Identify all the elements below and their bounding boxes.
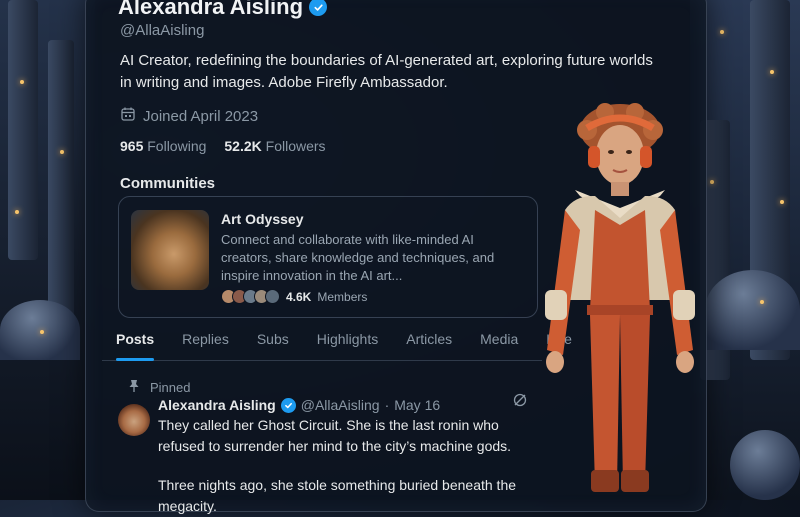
- post-header: Alexandra Aisling @AllaAisling · May 16: [158, 397, 440, 413]
- profile-handle: @AllaAisling: [120, 22, 205, 39]
- post-date[interactable]: May 16: [394, 397, 440, 413]
- tab-media[interactable]: Media: [466, 320, 532, 360]
- followers-link[interactable]: 52.2K Followers: [224, 138, 325, 154]
- post-author-name[interactable]: Alexandra Aisling: [158, 397, 276, 413]
- city-light: [20, 80, 24, 84]
- following-link[interactable]: 965 Following: [120, 138, 206, 154]
- city-light: [770, 70, 774, 74]
- joined-date: Joined April 2023: [120, 106, 258, 126]
- verified-badge-icon: [309, 0, 328, 16]
- community-description: Connect and collaborate with like-minded…: [221, 232, 495, 283]
- community-image: [131, 210, 209, 290]
- profile-name-text: Alexandra Aisling: [118, 0, 304, 19]
- followers-label: Followers: [265, 138, 326, 154]
- tab-posts[interactable]: Posts: [102, 320, 168, 361]
- city-light: [760, 300, 764, 304]
- city-tower: [8, 0, 38, 260]
- post-separator: ·: [384, 397, 390, 413]
- tab-subs[interactable]: Subs: [243, 320, 303, 360]
- profile-name: Alexandra Aisling: [118, 0, 328, 20]
- following-count: 965: [120, 138, 144, 154]
- followers-count: 52.2K: [224, 138, 262, 154]
- joined-text: Joined April 2023: [143, 107, 259, 125]
- following-label: Following: [147, 138, 207, 154]
- tab-highlights[interactable]: Highlights: [303, 320, 392, 360]
- city-light: [40, 330, 44, 334]
- character-illustration: [545, 103, 695, 492]
- follow-stats: 965 Following 52.2K Followers: [120, 138, 326, 154]
- community-card[interactable]: Art Odyssey Connect and collaborate with…: [118, 196, 538, 318]
- city-light: [780, 200, 784, 204]
- pinned-label: Pinned: [150, 380, 191, 395]
- city-light: [720, 30, 724, 34]
- profile-bio: AI Creator, redefining the boundaries of…: [120, 52, 653, 91]
- members-count: 4.6K: [286, 289, 312, 304]
- city-dome: [705, 270, 800, 350]
- community-members: 4.6K Members: [221, 289, 367, 304]
- city-light: [15, 210, 19, 214]
- pinned-indicator: Pinned: [128, 379, 190, 396]
- post-text-continued: Three nights ago, she stole something bu…: [158, 477, 517, 514]
- city-tower: [48, 40, 74, 340]
- member-avatars: [221, 289, 280, 304]
- verified-badge-icon: [280, 397, 296, 413]
- members-label: Members: [317, 289, 368, 304]
- calendar-icon: [120, 106, 136, 126]
- tab-articles[interactable]: Articles: [392, 320, 466, 360]
- pin-icon: [128, 379, 140, 396]
- city-light: [60, 150, 64, 154]
- community-name: Art Odyssey: [221, 211, 304, 227]
- post-author-handle: @AllaAisling: [300, 397, 380, 413]
- member-avatar: [265, 289, 280, 304]
- city-dome: [730, 430, 800, 500]
- post-text: They called her Ghost Circuit. She is th…: [158, 417, 512, 454]
- post-author-avatar[interactable]: [118, 404, 150, 436]
- background-city-left: [0, 0, 95, 500]
- tab-replies[interactable]: Replies: [168, 320, 243, 360]
- communities-title: Communities: [120, 175, 216, 192]
- profile-tabs: Posts Replies Subs Highlights Articles M…: [102, 320, 572, 361]
